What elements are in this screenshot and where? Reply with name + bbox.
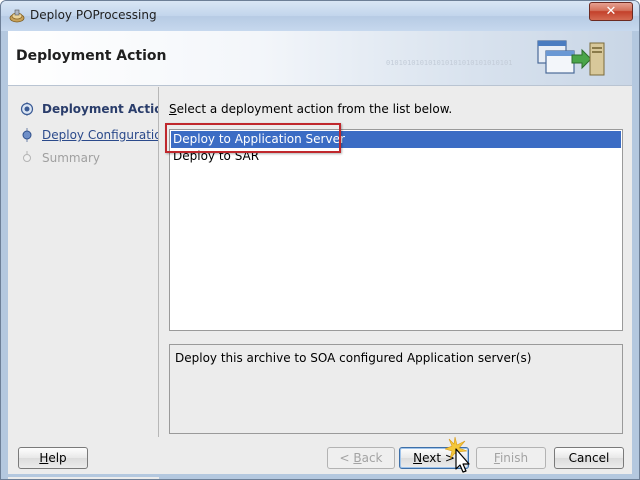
wizard-header: Deployment Action 0101010101010101010101… — [8, 31, 632, 86]
back-label: ack — [361, 451, 383, 465]
instruction-mnemonic: S — [169, 102, 177, 116]
cancel-button[interactable]: Cancel — [554, 447, 624, 469]
close-button[interactable]: ✕ — [589, 2, 633, 21]
dialog-client-area: Deployment Action 0101010101010101010101… — [8, 31, 632, 479]
finish-label: inish — [499, 451, 529, 465]
help-mnemonic: H — [39, 451, 49, 465]
disabled-step-icon — [23, 151, 31, 162]
step-label: Deploy Configuration — [42, 128, 158, 142]
wizard-steps-panel: Deployment Action Deploy Configuration S… — [8, 87, 159, 479]
window-title: Deploy POProcessing — [30, 8, 157, 22]
description-text: Deploy this archive to SOA configured Ap… — [175, 351, 532, 365]
step-deploy-configuration[interactable]: Deploy Configuration — [8, 125, 158, 145]
instruction-text: Select a deployment action from the list… — [169, 102, 452, 116]
instruction-rest: elect a deployment action from the list … — [176, 102, 453, 116]
mouse-pointer-click-icon — [445, 436, 470, 473]
back-button[interactable]: < Back — [327, 447, 395, 469]
step-node-icon — [22, 128, 32, 142]
annotation-highlight-box — [165, 123, 341, 153]
jdeveloper-app-icon — [9, 9, 25, 23]
deployment-graphic-icon — [537, 40, 605, 76]
deploy-dialog-window: Deploy POProcessing ✕ Deployment Action … — [0, 0, 640, 480]
close-icon: ✕ — [605, 4, 617, 19]
step-summary: Summary — [8, 148, 158, 168]
cancel-label: Cancel — [568, 451, 610, 465]
description-panel: Deploy this archive to SOA configured Ap… — [169, 344, 623, 434]
help-label: elp — [48, 451, 67, 465]
next-mnemonic: N — [413, 451, 423, 465]
binary-watermark: 010101010101010101010101010101 — [386, 59, 513, 67]
step-label: Deployment Action — [42, 102, 158, 116]
title-bar[interactable]: Deploy POProcessing ✕ — [1, 1, 639, 31]
step-label: Summary — [42, 151, 100, 165]
step-deployment-action[interactable]: Deployment Action — [8, 99, 158, 119]
page-title: Deployment Action — [16, 48, 167, 64]
back-mnemonic: B — [353, 451, 362, 465]
help-button[interactable]: Help — [18, 447, 88, 469]
deployment-action-list[interactable]: Deploy to Application Server Deploy to S… — [169, 129, 623, 331]
current-step-icon — [20, 102, 34, 116]
next-label: ext — [422, 451, 442, 465]
finish-button[interactable]: Finish — [476, 447, 546, 469]
back-arrow: < — [339, 451, 354, 465]
